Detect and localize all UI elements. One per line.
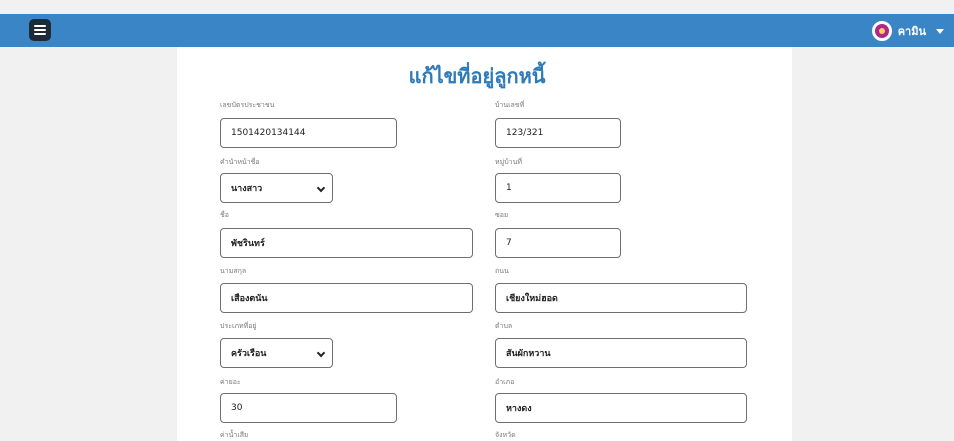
top-navbar: คามิน xyxy=(0,14,954,47)
firstname-label: ชื่อ xyxy=(220,211,229,219)
prefix-select[interactable]: นางสาว xyxy=(220,173,333,203)
id-card-input[interactable]: 1501420134144 xyxy=(220,118,397,148)
province-label: จังหวัด xyxy=(495,431,516,439)
username[interactable]: คามิน xyxy=(898,22,926,40)
chevron-down-icon[interactable] xyxy=(936,28,944,34)
road-input[interactable]: เชียงใหม่ฮอด xyxy=(495,283,747,313)
page-title: แก้ไขที่อยู่ลูกหนี้ xyxy=(408,64,546,88)
residence-selected-value: ครัวเรือน xyxy=(231,349,267,359)
firstname-input[interactable]: พัชรินทร์ xyxy=(220,228,473,258)
residence-type-select[interactable]: ครัวเรือน xyxy=(220,338,333,368)
fee-label: ค่ายอะ xyxy=(220,378,241,386)
lastname-input[interactable]: เสืองตนัน xyxy=(220,283,473,313)
tambon-label: ตำบล xyxy=(495,322,513,330)
road-label: ถนน xyxy=(495,267,509,275)
lastname-label: นามสกุล xyxy=(220,267,247,275)
residence-type-label: ประเภทที่อยู่ xyxy=(220,322,257,330)
hamburger-icon[interactable] xyxy=(29,19,51,41)
village-input[interactable]: 1 xyxy=(495,173,621,203)
id-card-label: เลขบัตรประชาชน xyxy=(220,101,275,109)
prefix-selected-value: นางสาว xyxy=(231,184,263,194)
fee-input[interactable]: 30 xyxy=(220,393,397,423)
village-label: หมู่บ้านที่ xyxy=(495,158,523,166)
user-menu[interactable]: คามิน xyxy=(871,20,944,42)
soi-label: ซอย xyxy=(495,211,509,219)
tambon-input[interactable]: สันผักหวาน xyxy=(495,338,747,368)
prefix-label: คำนำหน้าชื่อ xyxy=(220,158,260,166)
house-number-label: บ้านเลขที่ xyxy=(495,101,525,109)
amphoe-label: อำเภอ xyxy=(495,378,515,386)
wastewater-label: ค่าน้ำเสีย xyxy=(220,431,249,439)
house-number-input[interactable]: 123/321 xyxy=(495,118,621,148)
avatar[interactable] xyxy=(871,21,892,41)
soi-input[interactable]: 7 xyxy=(495,228,621,258)
chevron-down-icon xyxy=(316,348,326,358)
chevron-down-icon xyxy=(316,183,326,193)
amphoe-input[interactable]: หางดง xyxy=(495,393,747,423)
